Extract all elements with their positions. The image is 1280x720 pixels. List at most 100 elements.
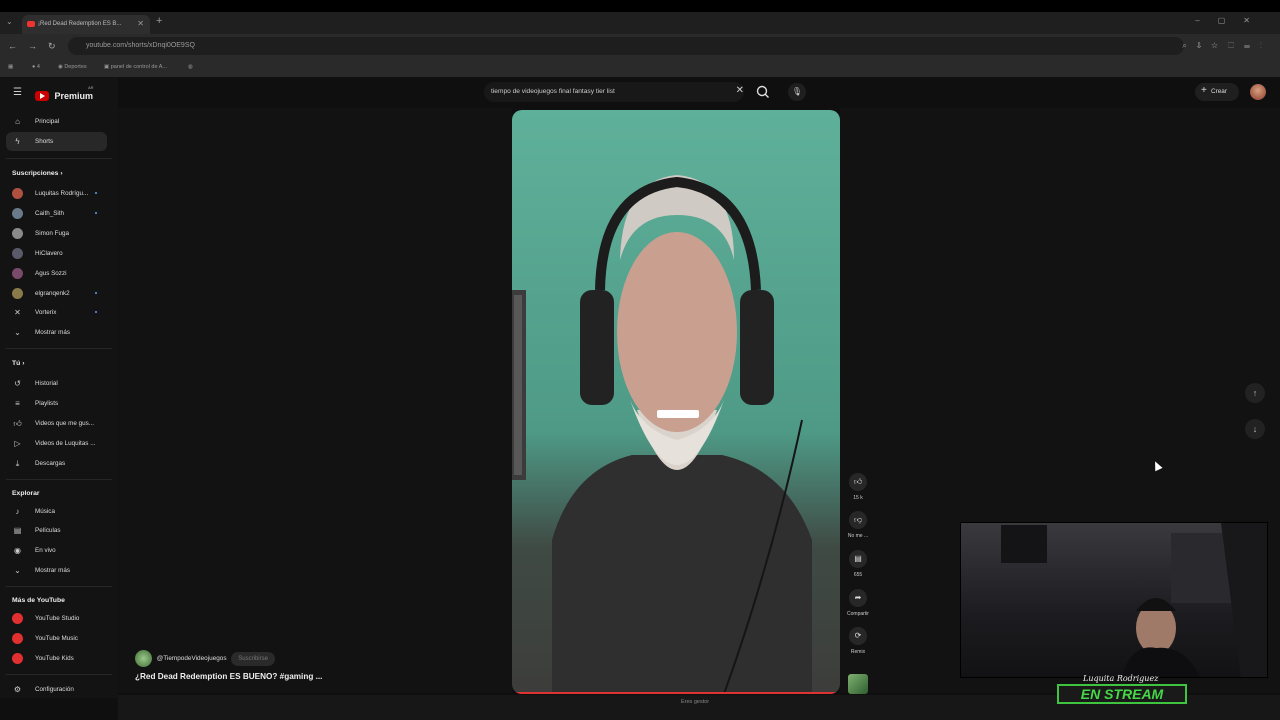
sidebar-subscription[interactable]: ✕ Vorterix — [6, 303, 107, 322]
sound-thumbnail[interactable] — [848, 674, 868, 694]
subscribe-button[interactable]: Suscribirse — [231, 651, 275, 666]
sidebar-subscription[interactable]: Agus Sozzi — [6, 264, 107, 283]
dislike-button[interactable]: 👎︎ No me ... — [846, 511, 870, 539]
bookmark-item[interactable]: ◉ Deportes — [58, 64, 87, 70]
home-icon: ⌂ — [15, 117, 20, 126]
search-query: tiempo de videojuegos final fantasy tier… — [491, 88, 615, 95]
new-content-dot — [95, 292, 97, 294]
shorts-icon: ϟ — [15, 137, 20, 146]
channel-name[interactable]: @TiempodeVideojuegos — [157, 655, 227, 662]
bookmark-item[interactable]: ◍ — [188, 64, 193, 70]
history-icon: ↺ — [14, 379, 21, 388]
sidebar-item-historial[interactable]: ↺ Historial — [6, 374, 107, 393]
sidebar-item-music-app[interactable]: YouTube Music — [6, 629, 107, 648]
window-controls[interactable]: –▢✕ — [1195, 16, 1268, 25]
sidebar-item-music[interactable]: ♪ Música — [6, 502, 107, 521]
tab-search-icon[interactable]: ⌄ — [6, 17, 13, 26]
sidebar-item-principal[interactable]: ⌂ Principal — [6, 112, 107, 131]
short-title[interactable]: ¿Red Dead Redemption ES BUENO? #gaming .… — [135, 672, 322, 681]
explore-show-more[interactable]: ⌄ Mostrar más — [6, 561, 107, 580]
sidebar-subscription[interactable]: Simon Fuga — [6, 224, 107, 243]
youtube-premium-logo[interactable]: Premium AR — [35, 85, 94, 101]
bookmark-item[interactable]: ● 4 — [32, 64, 40, 70]
browser-extension-icons[interactable]: ⌕⇩☆⬚☰⋮ — [1182, 41, 1272, 51]
sidebar-subscription[interactable]: elgranqenk2 — [6, 284, 107, 303]
vorterix-logo-icon: ✕ — [14, 308, 21, 317]
sidebar-item-downloads[interactable]: ⤓ Descargas — [6, 454, 107, 473]
film-icon: ▤ — [13, 526, 22, 535]
new-content-dot — [95, 212, 97, 214]
sidebar-subscription[interactable]: HiClavero — [6, 244, 107, 263]
divider — [6, 158, 112, 159]
subscriptions-show-more[interactable]: ⌄ Mostrar más — [6, 323, 107, 342]
channel-avatar[interactable] — [135, 650, 152, 667]
en-stream-badge: EN STREAM — [1057, 684, 1187, 704]
sidebar-item-movies[interactable]: ▤ Películas — [6, 521, 107, 540]
previous-short-button[interactable]: ↑ — [1245, 383, 1265, 403]
like-icon: 👍︎ — [13, 419, 22, 428]
account-avatar[interactable] — [1250, 84, 1266, 100]
channel-avatar — [12, 268, 23, 279]
subscriptions-heading[interactable]: Suscripciones › — [12, 170, 63, 177]
comments-button[interactable]: ▤ 655 — [846, 550, 870, 578]
bookmarks-bar: ▦ ● 4 ◉ Deportes ▣ panel de control de A… — [0, 59, 1280, 78]
thumbs-down-icon: 👎︎ — [849, 511, 867, 529]
forward-icon[interactable]: → — [28, 41, 37, 51]
reload-icon[interactable]: ↻ — [48, 41, 56, 52]
address-bar[interactable]: youtube.com/shorts/xDnqi0OE9SQ — [68, 37, 1184, 55]
you-heading[interactable]: Tú › — [12, 360, 24, 367]
youtube-kids-icon — [12, 653, 23, 664]
search-button[interactable] — [752, 83, 774, 101]
youtube-studio-icon — [12, 613, 23, 624]
create-button[interactable]: + Crear — [1195, 83, 1239, 101]
bookmark-item[interactable]: ▣ panel de control de A... — [104, 64, 167, 70]
back-icon[interactable]: ← — [8, 41, 17, 51]
share-button[interactable]: ➦ Compartir — [846, 589, 870, 617]
sidebar-subscription[interactable]: Luquitas Rodrígu... — [6, 184, 107, 203]
sidebar-item-kids[interactable]: YouTube Kids — [6, 649, 107, 668]
new-content-dot — [95, 192, 97, 194]
youtube-favicon-icon — [27, 21, 35, 27]
video-icon: ▷ — [14, 439, 21, 448]
comment-icon: ▤ — [849, 550, 867, 568]
sidebar-item-liked[interactable]: 👍︎ Videos que me gus... — [6, 414, 107, 433]
sidebar-item-shorts[interactable]: ϟ Shorts — [6, 132, 107, 151]
apps-grid-icon[interactable]: ▦ — [8, 64, 13, 70]
new-content-dot — [95, 311, 97, 313]
channel-avatar — [12, 248, 23, 259]
search-icon — [756, 85, 769, 98]
video-progress-bar[interactable] — [512, 692, 840, 694]
voice-search-button[interactable]: 🎙︎ — [788, 83, 806, 101]
gear-icon: ⚙ — [13, 685, 22, 694]
hamburger-menu-icon[interactable]: ☰ — [13, 87, 22, 98]
screen-top-border — [0, 0, 1280, 12]
close-tab-icon[interactable]: ✕ — [137, 19, 144, 28]
plus-icon: + — [1201, 85, 1207, 96]
sidebar-item-settings[interactable]: ⚙ Configuración — [6, 680, 107, 699]
live-icon: ◉ — [14, 546, 21, 555]
background-panel — [118, 108, 512, 693]
sidebar: ☰ Premium AR ⌂ Principal ϟ Shorts Suscri… — [0, 78, 118, 698]
video-frame — [512, 175, 812, 694]
youtube-play-icon — [35, 90, 49, 101]
sidebar-item-live[interactable]: ◉ En vivo — [6, 541, 107, 560]
webcam-feed — [1001, 523, 1267, 677]
short-video-player[interactable] — [512, 110, 840, 694]
explore-heading: Explorar — [12, 490, 40, 497]
like-button[interactable]: 👍︎ 15 k — [846, 473, 870, 501]
browser-toolbar: ← → ↻ youtube.com/shorts/xDnqi0OE9SQ ⌕⇩☆… — [0, 34, 1280, 59]
sidebar-subscription[interactable]: Caith_Sith — [6, 204, 107, 223]
mic-icon: 🎙︎ — [791, 87, 803, 96]
browser-tab[interactable]: ¡Red Dead Redemption ES B... ✕ — [22, 15, 150, 34]
sidebar-item-your-videos[interactable]: ▷ Videos de Luquitas ... — [6, 434, 107, 453]
sidebar-item-studio[interactable]: YouTube Studio — [6, 609, 107, 628]
new-tab-icon[interactable]: + — [156, 15, 162, 27]
remix-button[interactable]: ⟳ Remix — [846, 627, 870, 655]
next-short-button[interactable]: ↓ — [1245, 419, 1265, 439]
more-youtube-heading: Más de YouTube — [12, 597, 65, 604]
divider — [6, 348, 112, 349]
playlist-icon: ≡ — [15, 399, 20, 408]
search-input[interactable]: tiempo de videojuegos final fantasy tier… — [484, 82, 744, 102]
clear-search-icon[interactable]: ✕ — [736, 85, 744, 96]
sidebar-item-playlists[interactable]: ≡ Playlists — [6, 394, 107, 413]
